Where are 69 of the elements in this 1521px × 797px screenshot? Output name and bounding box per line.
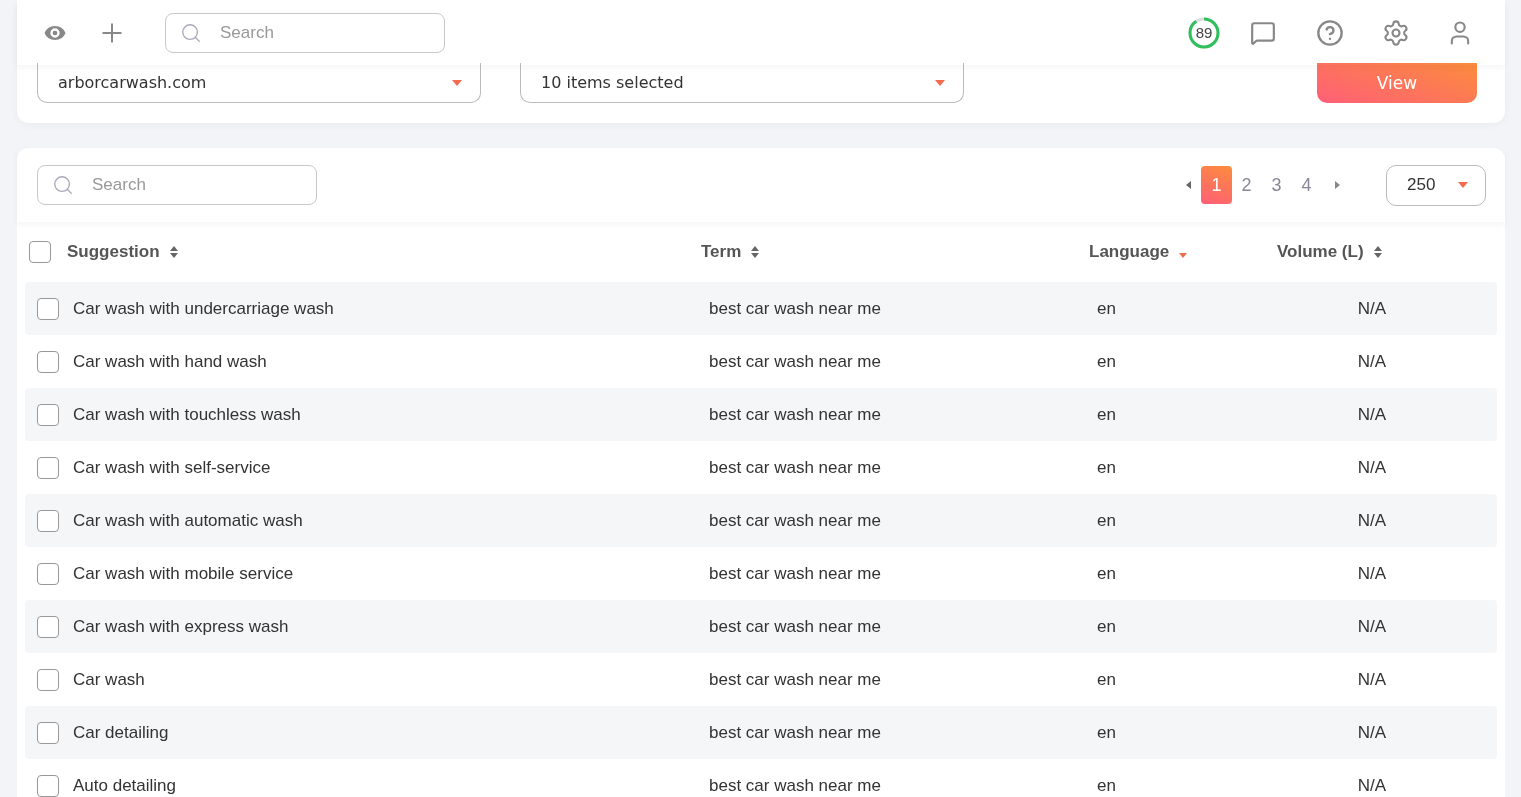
table-cell-text: Car wash with touchless wash	[73, 404, 302, 425]
table-cell-text: en	[1097, 510, 1117, 531]
table-cell-text: en	[1097, 298, 1117, 319]
row-checkbox[interactable]	[37, 562, 59, 585]
chat-icon[interactable]	[1250, 19, 1276, 46]
row-checkbox[interactable]	[37, 774, 59, 797]
row-checkbox[interactable]	[37, 615, 59, 638]
table-cell-text: N/A	[1356, 351, 1388, 372]
table-cell-text: best car wash near me	[709, 722, 882, 743]
table-cell-text: N/A	[1356, 457, 1388, 478]
search-field[interactable]: Search	[37, 165, 317, 205]
page-size-select[interactable]: 250	[1386, 164, 1486, 206]
table-cell-text: best car wash near me	[709, 404, 882, 425]
table-cell-text: N/A	[1356, 563, 1388, 584]
row-checkbox[interactable]	[37, 721, 59, 744]
row-checkbox[interactable]	[37, 350, 59, 373]
score-value: 89	[1195, 24, 1213, 41]
column-header[interactable]: Language	[1089, 242, 1170, 262]
table-cell-text: best car wash near me	[709, 351, 882, 372]
table-cell-text: best car wash near me	[709, 457, 882, 478]
search-field[interactable]: Search	[165, 12, 445, 53]
table-cell-text: Car wash with undercarriage wash	[73, 298, 335, 319]
table-cell-text: Car wash	[73, 669, 146, 690]
table-cell-text: best car wash near me	[709, 563, 882, 584]
table-cell-text: N/A	[1356, 510, 1388, 531]
score-ring	[1187, 15, 1221, 50]
table-cell-text: best car wash near me	[709, 510, 882, 531]
table-cell-text: en	[1097, 775, 1117, 796]
table-cell-text: en	[1097, 616, 1117, 637]
row-checkbox[interactable]	[37, 668, 59, 691]
table-cell-text: en	[1097, 722, 1117, 743]
column-header[interactable]: Suggestion	[67, 242, 160, 262]
sort-icon[interactable]	[1373, 245, 1382, 259]
table-cell-text: best car wash near me	[709, 775, 882, 796]
domain-select[interactable]: arborcarwash.com	[37, 63, 481, 103]
table-cell-text: en	[1097, 351, 1117, 372]
table-cell-text: Car wash with mobile service	[73, 563, 295, 584]
sort-icon[interactable]	[751, 245, 760, 259]
table-cell-text: Car wash with self-service	[73, 457, 272, 478]
help-icon[interactable]	[1316, 18, 1344, 47]
table-cell-text: Car wash with hand wash	[73, 351, 268, 372]
table-cell-text: Car wash with express wash	[73, 616, 290, 637]
items-select[interactable]: 10 items selected	[520, 63, 964, 103]
settings-icon[interactable]	[1382, 18, 1410, 47]
table-cell-text: en	[1097, 404, 1117, 425]
table-cell-text: N/A	[1356, 775, 1388, 796]
table-cell-text: best car wash near me	[709, 616, 882, 637]
table-cell-text: Car wash with automatic wash	[73, 510, 304, 531]
row-checkbox[interactable]	[37, 509, 59, 532]
sort-icon[interactable]	[169, 245, 178, 259]
column-header[interactable]: Term	[701, 242, 742, 262]
table-cell-text: best car wash near me	[709, 669, 882, 690]
table-cell-text: N/A	[1356, 298, 1388, 319]
column-header[interactable]: Volume (L)	[1277, 242, 1364, 262]
table-cell-text: en	[1097, 457, 1117, 478]
select-all-checkbox[interactable]	[29, 241, 51, 263]
row-checkbox[interactable]	[37, 297, 59, 320]
table-cell-text: N/A	[1356, 669, 1388, 690]
row-checkbox[interactable]	[37, 403, 59, 426]
table-cell-text: en	[1097, 563, 1117, 584]
table-cell-text: best car wash near me	[709, 298, 882, 319]
table-cell-text: N/A	[1356, 404, 1388, 425]
table-cell-text: N/A	[1356, 722, 1388, 743]
row-checkbox[interactable]	[37, 456, 59, 479]
table-cell-text: Car detailing	[73, 722, 170, 743]
table-cell-text: N/A	[1356, 616, 1388, 637]
table-cell-text: Auto detailing	[73, 775, 178, 796]
page-button[interactable]: 3	[1261, 166, 1292, 204]
table-cell-text: en	[1097, 669, 1117, 690]
